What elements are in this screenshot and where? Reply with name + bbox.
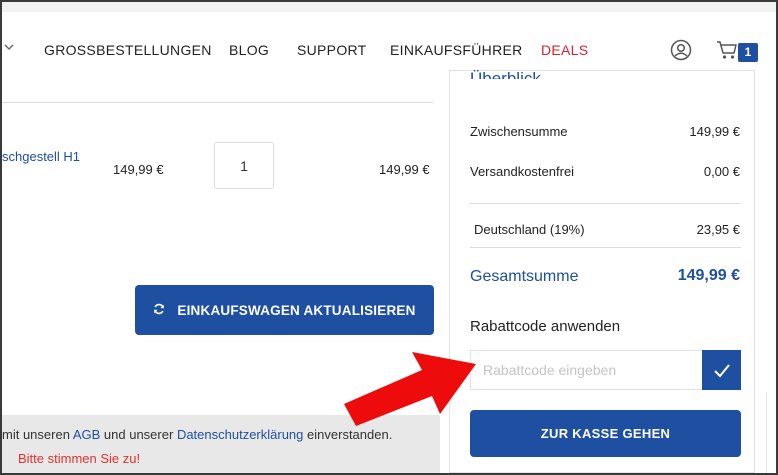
user-icon[interactable] <box>670 39 692 61</box>
page: GROSSBESTELLUNGEN BLOG SUPPORT EINKAUFSF… <box>2 2 776 473</box>
order-summary-panel: Überblick Zwischensumme 149,99 € Versand… <box>449 69 755 473</box>
nav-item-einkaufsfuehrer[interactable]: EINKAUFSFÜHRER <box>390 42 523 58</box>
cart-count-badge[interactable]: 1 <box>738 43 758 62</box>
nav-item-support[interactable]: SUPPORT <box>297 42 367 58</box>
chevron-down-icon[interactable] <box>4 42 14 52</box>
summary-title: Überblick <box>470 69 541 79</box>
cart-icon[interactable] <box>716 40 738 60</box>
nav-item-deals[interactable]: DEALS <box>541 42 588 58</box>
terms-suffix: einverstanden. <box>307 427 393 442</box>
red-arrow-icon <box>344 352 476 426</box>
cart-table-divider <box>2 102 433 103</box>
nav-item-grossbestellungen[interactable]: GROSSBESTELLUNGEN <box>44 42 212 58</box>
subtotal-value: 149,99 € <box>689 124 740 139</box>
coupon-title: Rabattcode anwenden <box>470 318 621 335</box>
coupon-code-input[interactable] <box>470 350 703 390</box>
grand-total-value: 149,99 € <box>677 267 740 284</box>
summary-divider <box>470 203 741 204</box>
coupon-apply-button[interactable] <box>702 350 741 390</box>
terms-middle: und unserer <box>103 427 174 442</box>
quantity-input[interactable] <box>214 142 274 189</box>
product-line-total: 149,99 € <box>379 162 430 177</box>
grand-total-label: Gesamtsumme <box>470 268 579 285</box>
checkout-button[interactable]: ZUR KASSE GEHEN <box>470 410 741 457</box>
subtotal-label: Zwischensumme <box>470 124 568 139</box>
update-cart-label: EINKAUFSWAGEN AKTUALISIEREN <box>177 302 416 318</box>
terms-prefix: mit unseren <box>2 427 70 442</box>
tax-value: 23,95 € <box>696 222 740 237</box>
refresh-icon <box>153 302 165 318</box>
screenshot-frame: GROSSBESTELLUNGEN BLOG SUPPORT EINKAUFSF… <box>0 0 778 475</box>
product-unit-price: 149,99 € <box>113 162 164 177</box>
side-card-edge <box>766 392 776 473</box>
privacy-policy-link[interactable]: Datenschutzerklärung <box>177 427 303 442</box>
terms-error-message: Bitte stimmen Sie zu! <box>18 451 141 466</box>
summary-divider <box>470 247 741 248</box>
tax-label: Deutschland (19%) <box>474 222 585 237</box>
shipping-value: 0,00 € <box>703 164 740 179</box>
header: GROSSBESTELLUNGEN BLOG SUPPORT EINKAUFSF… <box>2 12 776 78</box>
agb-link[interactable]: AGB <box>73 427 100 442</box>
checkmark-icon <box>713 359 731 381</box>
shipping-label: Versandkostenfrei <box>470 164 575 179</box>
terms-text: mit unseren AGB und unserer Datenschutze… <box>2 427 392 442</box>
top-strip <box>2 2 776 12</box>
product-name-link[interactable]: schgestell H1 <box>2 149 80 164</box>
update-cart-button[interactable]: EINKAUFSWAGEN AKTUALISIEREN <box>135 285 434 335</box>
nav-item-blog[interactable]: BLOG <box>229 42 269 58</box>
